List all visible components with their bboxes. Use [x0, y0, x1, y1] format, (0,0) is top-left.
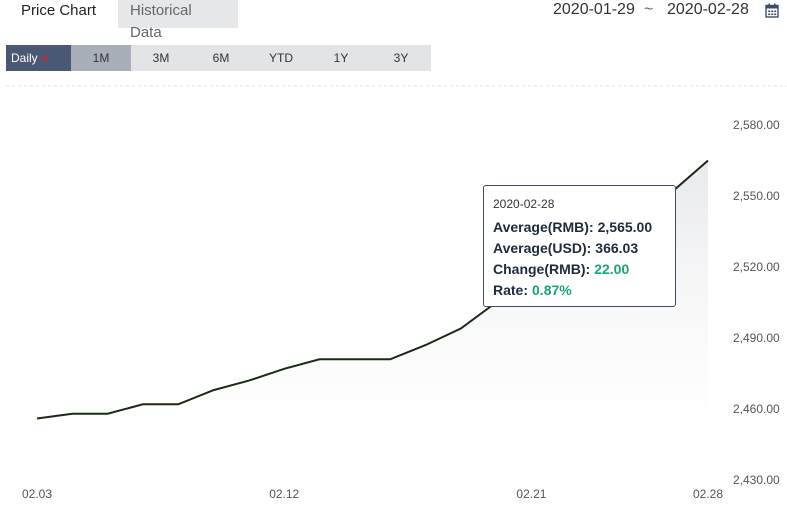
range-1y-button[interactable]: 1Y	[311, 45, 371, 71]
caret-down-icon: ▼	[40, 54, 50, 64]
y-tick-label: 2,580.00	[733, 118, 780, 132]
tooltip-change-value: 22.00	[594, 261, 630, 277]
y-tick-label: 2,550.00	[733, 189, 780, 203]
range-3m-button[interactable]: 3M	[131, 45, 191, 71]
x-tick-label: 02.03	[22, 487, 52, 501]
tooltip-rate-value: 0.87%	[532, 282, 572, 298]
tooltip-avg-rmb-label: Average(RMB):	[493, 219, 594, 235]
calendar-icon[interactable]	[765, 3, 779, 18]
x-tick-label: 02.28	[693, 487, 723, 501]
tooltip-avg-rmb-value: 2,565.00	[597, 219, 653, 235]
tab-price-chart[interactable]: Price Chart	[0, 0, 118, 28]
tooltip-date: 2020-02-28	[493, 197, 555, 211]
x-tick-label: 02.12	[269, 487, 299, 501]
y-tick-label: 2,460.00	[733, 402, 780, 416]
x-tick-label: 02.21	[516, 487, 546, 501]
range-ytd-button[interactable]: YTD	[251, 45, 311, 71]
range-1m-button[interactable]: 1M	[71, 45, 131, 71]
range-selector: Daily ▼ 1M 3M 6M YTD 1Y 3Y	[6, 45, 431, 71]
chart-tabs: Price Chart Historical Data	[0, 0, 238, 41]
tab-historical-data[interactable]: Historical Data	[118, 0, 238, 41]
y-tick-label: 2,490.00	[733, 331, 780, 345]
range-3y-button[interactable]: 3Y	[371, 45, 431, 71]
period-dropdown-label: Daily	[11, 51, 38, 65]
y-tick-label: 2,520.00	[733, 260, 780, 274]
range-6m-button[interactable]: 6M	[191, 45, 251, 71]
y-tick-label: 2,430.00	[733, 473, 780, 487]
date-separator: ~	[644, 1, 654, 18]
tooltip-avg-usd-value: 366.03	[595, 240, 639, 256]
date-to-field[interactable]: 2020-02-28	[667, 1, 749, 19]
tooltip-avg-usd-label: Average(USD):	[493, 240, 592, 256]
period-dropdown[interactable]: Daily ▼	[6, 45, 71, 71]
chart-tooltip: 2020-02-28 Average(RMB): 2,565.00 Average…	[483, 185, 676, 307]
tooltip-rate-label: Rate:	[493, 282, 529, 298]
tooltip-change-label: Change(RMB):	[493, 261, 591, 277]
date-from-field[interactable]: 2020-01-29	[553, 1, 635, 19]
